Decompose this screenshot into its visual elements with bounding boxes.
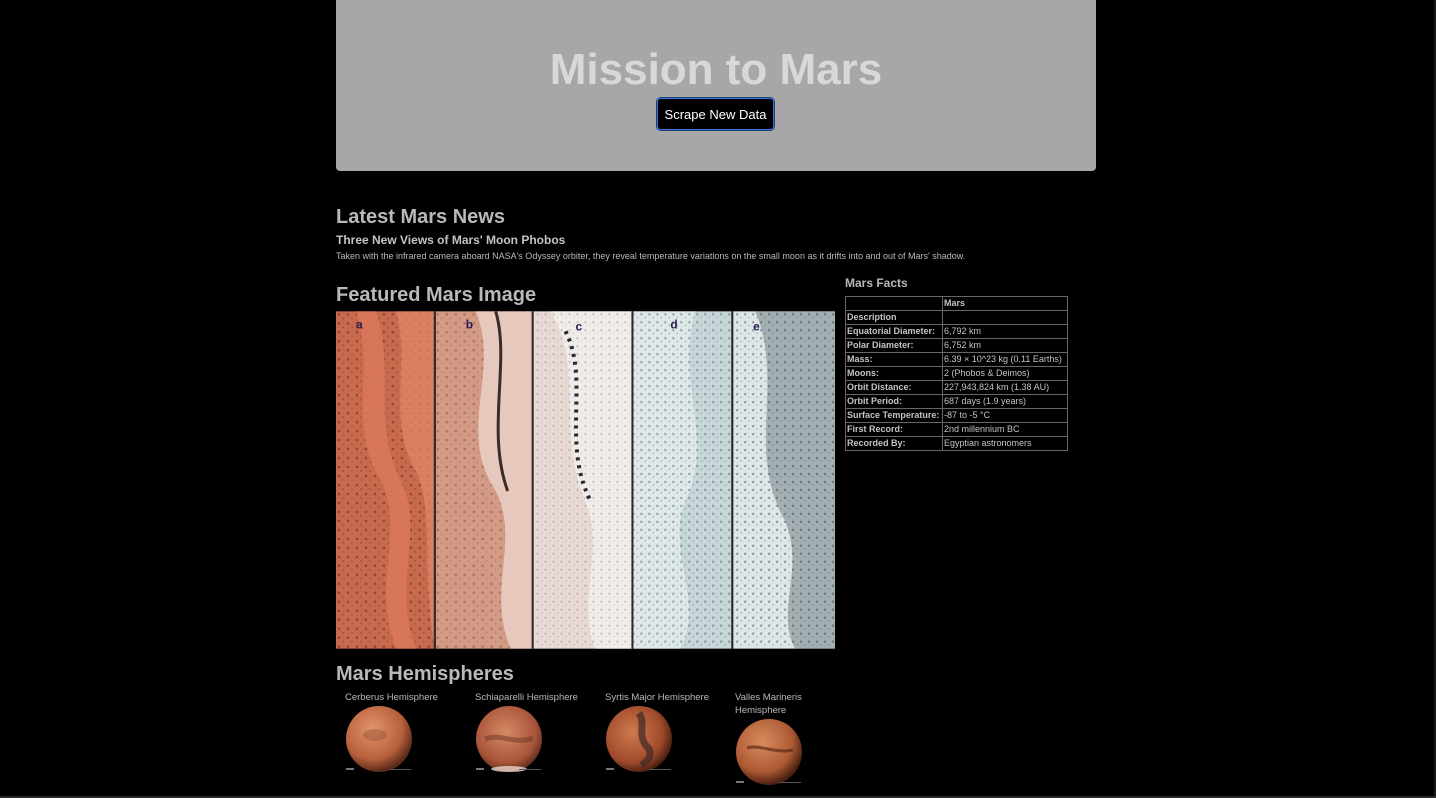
jumbotron: Mission to Mars Scrape New Data — [336, 0, 1096, 171]
panel-label-d: d — [670, 317, 677, 331]
table-row-label: First Record: — [845, 422, 943, 437]
table-row: First Record: 2nd millennium BC — [845, 422, 1068, 437]
table-row-label: Orbit Distance: — [845, 380, 943, 395]
table-row-value: 6.39 × 10^23 kg (0.11 Earths) — [942, 352, 1068, 367]
table-row: Recorded By: Egyptian astronomers — [845, 436, 1068, 451]
table-row-label: Surface Temperature: — [845, 408, 943, 423]
hemisphere-card-syrtis-major[interactable]: Syrtis Major Hemisphere — [605, 691, 725, 773]
table-row-value: 2nd millennium BC — [942, 422, 1068, 437]
table-row-label: Mass: — [845, 352, 943, 367]
hemispheres-heading: Mars Hemispheres — [336, 663, 514, 685]
featured-image-heading: Featured Mars Image — [336, 284, 537, 306]
table-row: Description — [845, 310, 1068, 325]
table-row-label: Orbit Period: — [845, 394, 943, 409]
table-row: Orbit Period: 687 days (1.9 years) — [845, 394, 1068, 409]
panel-label-e: e — [753, 319, 760, 333]
hemisphere-name[interactable]: Valles Marineris Hemisphere — [735, 691, 825, 717]
panel-label-a: a — [356, 317, 363, 331]
table-row-value — [942, 310, 1068, 325]
hemisphere-card-cerberus[interactable]: Cerberus Hemisphere — [345, 691, 465, 773]
table-corner-cell — [845, 296, 943, 311]
table-row-label: Description — [845, 310, 943, 325]
hemisphere-name[interactable]: Schiaparelli Hemisphere — [475, 691, 595, 704]
table-row-label: Equatorial Diameter: — [845, 324, 943, 339]
hemisphere-card-schiaparelli[interactable]: Schiaparelli Hemisphere — [475, 691, 595, 773]
table-row-value: 2 (Phobos & Deimos) — [942, 366, 1068, 381]
table-row-value: 687 days (1.9 years) — [942, 394, 1068, 409]
hemisphere-card-valles-marineris[interactable]: Valles Marineris Hemisphere — [735, 691, 825, 786]
hemisphere-name[interactable]: Cerberus Hemisphere — [345, 691, 465, 704]
table-row: Moons: 2 (Phobos & Deimos) — [845, 366, 1068, 381]
table-row-value: 6,752 km — [942, 338, 1068, 353]
panel-label-c: c — [576, 319, 583, 333]
news-title: Three New Views of Mars' Moon Phobos — [336, 233, 566, 247]
featured-mars-image[interactable]: a b c d e — [336, 311, 835, 649]
news-paragraph: Taken with the infrared camera aboard NA… — [336, 251, 966, 261]
table-header-row: Mars — [845, 296, 1068, 311]
table-row: Polar Diameter: 6,752 km — [845, 338, 1068, 353]
mars-facts-table: Mars Description Equatorial Diameter: 6,… — [845, 296, 1068, 451]
panel-label-b: b — [466, 317, 473, 331]
table-row-label: Recorded By: — [845, 436, 943, 451]
page-title: Mission to Mars — [549, 45, 883, 94]
table-row-label: Moons: — [845, 366, 943, 381]
mars-facts-heading: Mars Facts — [845, 276, 908, 290]
syrtis-major-hemisphere-image[interactable] — [605, 705, 673, 773]
hemisphere-name[interactable]: Syrtis Major Hemisphere — [605, 691, 725, 704]
schiaparelli-hemisphere-image[interactable] — [475, 705, 543, 773]
cerberus-hemisphere-image[interactable] — [345, 705, 413, 773]
table-row: Mass: 6.39 × 10^23 kg (0.11 Earths) — [845, 352, 1068, 367]
scrape-new-data-button[interactable]: Scrape New Data — [657, 98, 774, 130]
table-row: Equatorial Diameter: 6,792 km — [845, 324, 1068, 339]
table-row-value: 227,943,824 km (1.38 AU) — [942, 380, 1068, 395]
news-heading: Latest Mars News — [336, 206, 505, 228]
table-row-value: Egyptian astronomers — [942, 436, 1068, 451]
table-row: Orbit Distance: 227,943,824 km (1.38 AU) — [845, 380, 1068, 395]
table-row-value: -87 to -5 °C — [942, 408, 1068, 423]
valles-marineris-hemisphere-image[interactable] — [735, 718, 803, 786]
table-row-value: 6,792 km — [942, 324, 1068, 339]
table-row-label: Polar Diameter: — [845, 338, 943, 353]
table-row: Surface Temperature: -87 to -5 °C — [845, 408, 1068, 423]
table-column-header: Mars — [942, 296, 1068, 311]
